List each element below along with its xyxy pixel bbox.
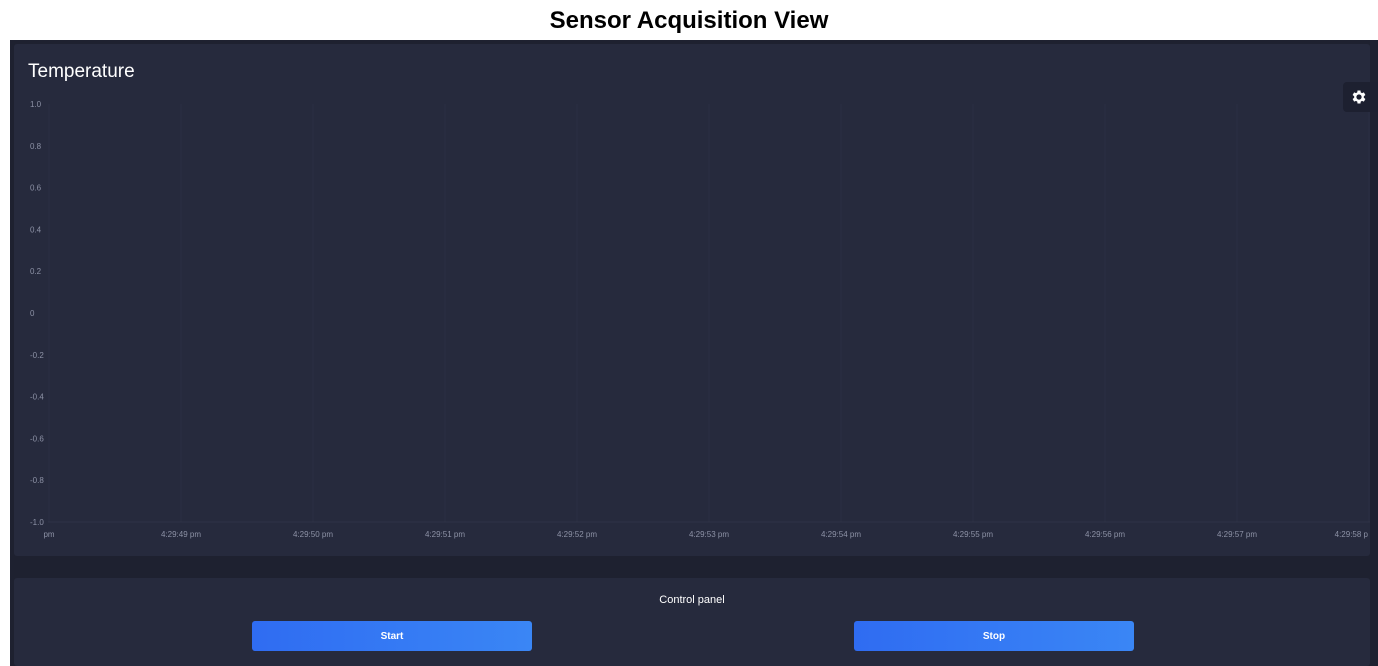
x-tick-label: 4:29:51 pm	[425, 530, 465, 539]
x-tick-label: pm	[43, 530, 54, 539]
y-tick-label: -0.6	[30, 434, 44, 443]
y-tick-label: -0.8	[30, 476, 44, 485]
y-tick-label: 0.4	[30, 225, 42, 234]
settings-button[interactable]	[1343, 82, 1378, 112]
x-tick-label: 4:29:56 pm	[1085, 530, 1125, 539]
y-tick-label: 1.0	[30, 100, 42, 109]
x-tick-label: 4:29:50 pm	[293, 530, 333, 539]
gear-icon	[1352, 90, 1366, 104]
y-tick-label: 0.6	[30, 184, 42, 193]
y-tick-label: 0	[30, 309, 35, 318]
y-tick-label: 0.2	[30, 267, 42, 276]
y-tick-label: -0.4	[30, 393, 44, 402]
start-button[interactable]: Start	[252, 621, 532, 651]
y-tick-label: 0.8	[30, 142, 42, 151]
stop-button[interactable]: Stop	[854, 621, 1134, 651]
x-tick-label: 4:29:57 pm	[1217, 530, 1257, 539]
x-tick-label: 4:29:54 pm	[821, 530, 861, 539]
x-tick-label: 4:29:49 pm	[161, 530, 201, 539]
x-tick-label: 4:29:53 pm	[689, 530, 729, 539]
dashboard-app: 1.0 0.8 0.6 0.4 0.2 0 -0.2 -0.4 -0.6 -0.8 -1.0 pm 4:…	[10, 40, 1378, 666]
page-title: Sensor Acquisition View	[549, 7, 829, 34]
y-tick-label: -0.2	[30, 351, 44, 360]
temperature-chart: 1.0 0.8 0.6 0.4 0.2 0 -0.2 -0.4 -0.6 -0.8 -1.0 pm 4:…	[30, 100, 1370, 539]
control-panel-title: Control panel	[659, 594, 725, 606]
temperature-chart-panel: 1.0 0.8 0.6 0.4 0.2 0 -0.2 -0.4 -0.6 -0.8 -1.0 pm 4:…	[14, 44, 1370, 556]
y-tick-label: -1.0	[30, 518, 44, 527]
x-tick-label: 4:29:52 pm	[557, 530, 597, 539]
chart-title: Temperature	[28, 61, 135, 82]
control-panel: Control panel Start Stop	[14, 578, 1370, 666]
x-tick-label: 4:29:58 p	[1335, 530, 1369, 539]
x-tick-label: 4:29:55 pm	[953, 530, 993, 539]
